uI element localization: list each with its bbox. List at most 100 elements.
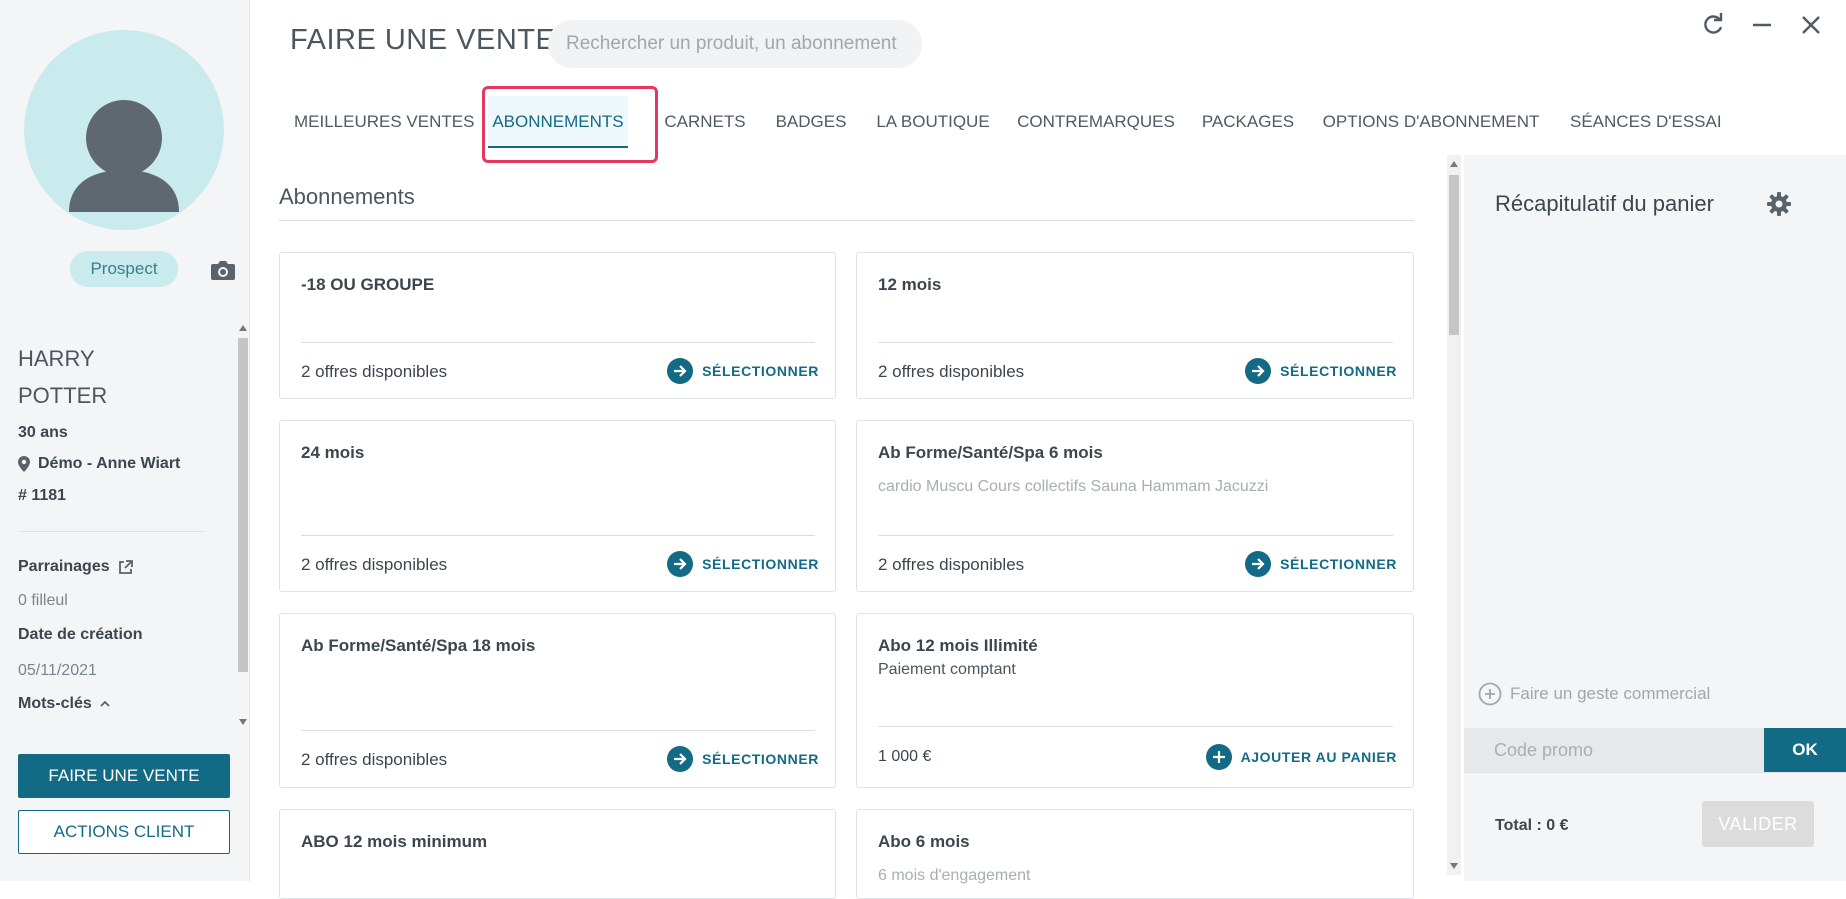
client-location: Démo - Anne Wiart	[18, 455, 180, 473]
card-divider	[301, 730, 815, 731]
client-first-name: HARRY	[18, 346, 95, 371]
section-divider	[279, 220, 1414, 221]
client-id: # 1181	[18, 487, 67, 504]
chevron-up-icon	[100, 700, 110, 707]
cart-panel: Récapitulatif du panier Faire un geste c…	[1464, 155, 1846, 881]
card-offers: 2 offres disponibles	[301, 750, 448, 769]
tab-badges[interactable]: BADGES	[775, 96, 847, 148]
select-label: SÉLECTIONNER	[702, 363, 819, 379]
cart-total: Total : 0 €	[1495, 817, 1569, 834]
scroll-up-arrow-icon[interactable]	[1450, 161, 1458, 167]
commercial-gesture-label: Faire un geste commercial	[1510, 684, 1711, 703]
card-description: 6 mois d'engagement	[878, 867, 1031, 884]
arrow-right-circle-icon	[667, 358, 694, 384]
page-title: FAIRE UNE VENTE	[290, 24, 556, 56]
close-icon[interactable]	[1798, 12, 1824, 38]
tab-abonnements[interactable]: ABONNEMENTS	[488, 96, 628, 148]
select-label: SÉLECTIONNER	[702, 751, 819, 767]
tab-contremarques[interactable]: CONTREMARQUES	[1017, 96, 1175, 148]
sell-button[interactable]: FAIRE UNE VENTE	[18, 754, 230, 798]
subscription-card[interactable]: Abo 12 mois Illimité Paiement comptant 1…	[856, 613, 1414, 788]
scroll-down-arrow-icon[interactable]	[1450, 863, 1458, 869]
select-label: SÉLECTIONNER	[1280, 363, 1397, 379]
commercial-gesture-button[interactable]: Faire un geste commercial	[1478, 682, 1710, 706]
scroll-down-arrow-icon[interactable]	[239, 719, 247, 725]
location-pin-icon	[18, 456, 30, 472]
promo-code-input[interactable]	[1464, 728, 1764, 772]
subscription-card[interactable]: Abo 6 mois 6 mois d'engagement	[856, 809, 1414, 899]
card-title: Ab Forme/Santé/Spa 18 mois	[301, 636, 536, 655]
card-divider	[878, 535, 1393, 536]
card-description: Paiement comptant	[878, 661, 1016, 678]
status-badge: Prospect	[70, 251, 178, 287]
client-panel: Prospect HARRY POTTER 30 ans Démo - Anne…	[0, 0, 250, 881]
subscription-card[interactable]: Ab Forme/Santé/Spa 18 mois 2 offres disp…	[279, 613, 836, 788]
subscription-card[interactable]: Ab Forme/Santé/Spa 6 mois cardio Muscu C…	[856, 420, 1414, 592]
creation-date-value: 05/11/2021	[18, 662, 97, 679]
cart-title: Récapitulatif du panier	[1495, 191, 1714, 216]
client-scrollbar[interactable]	[236, 320, 250, 730]
card-description: cardio Muscu Cours collectifs Sauna Hamm…	[878, 478, 1269, 495]
scrollbar-thumb[interactable]	[1449, 175, 1459, 335]
client-avatar[interactable]	[24, 30, 224, 230]
arrow-right-circle-icon	[667, 746, 694, 772]
select-label: SÉLECTIONNER	[702, 556, 819, 572]
card-title: 24 mois	[301, 443, 365, 462]
select-button[interactable]: SÉLECTIONNER	[667, 746, 819, 772]
arrow-right-circle-icon	[1245, 358, 1272, 384]
parrainages-label: Parrainages	[18, 558, 110, 575]
add-to-cart-button[interactable]: AJOUTER AU PANIER	[1205, 744, 1397, 770]
subscription-card[interactable]: 12 mois 2 offres disponibles SÉLECTIONNE…	[856, 252, 1414, 399]
plus-circle-icon	[1205, 744, 1232, 770]
tab-meilleures-ventes[interactable]: MEILLEURES VENTES	[294, 96, 474, 148]
tab-carnets[interactable]: CARNETS	[664, 96, 746, 148]
select-button[interactable]: SÉLECTIONNER	[1245, 551, 1397, 577]
validate-button[interactable]: VALIDER	[1702, 801, 1814, 847]
client-actions-button[interactable]: ACTIONS CLIENT	[18, 810, 230, 854]
card-divider	[301, 342, 815, 343]
product-search-input[interactable]	[548, 20, 922, 68]
card-divider	[301, 535, 815, 536]
client-location-text: Démo - Anne Wiart	[38, 455, 181, 472]
tab-options-abonnement[interactable]: OPTIONS D'ABONNEMENT	[1321, 96, 1541, 148]
select-label: SÉLECTIONNER	[1280, 556, 1397, 572]
arrow-right-circle-icon	[667, 551, 694, 577]
subscription-card[interactable]: -18 OU GROUPE 2 offres disponibles SÉLEC…	[279, 252, 836, 399]
camera-icon[interactable]	[210, 259, 236, 281]
card-offers: 2 offres disponibles	[301, 362, 448, 381]
subscription-card[interactable]: ABO 12 mois minimum	[279, 809, 836, 899]
scroll-up-arrow-icon[interactable]	[239, 325, 247, 331]
parrainages-link[interactable]: Parrainages	[18, 558, 133, 576]
tab-seances-essai[interactable]: SÉANCES D'ESSAI	[1570, 96, 1722, 148]
card-offers: 2 offres disponibles	[878, 555, 1025, 574]
card-divider	[878, 342, 1393, 343]
add-to-cart-label: AJOUTER AU PANIER	[1240, 749, 1397, 765]
cart-divider	[1464, 772, 1846, 773]
refresh-icon[interactable]	[1700, 12, 1726, 38]
external-link-icon	[118, 559, 133, 574]
arrow-right-circle-icon	[1245, 551, 1272, 577]
keywords-toggle[interactable]: Mots-clés	[18, 695, 111, 713]
gear-icon[interactable]	[1766, 191, 1792, 217]
select-button[interactable]: SÉLECTIONNER	[667, 551, 819, 577]
subscription-card[interactable]: 24 mois 2 offres disponibles SÉLECTIONNE…	[279, 420, 836, 592]
divider	[18, 531, 206, 532]
client-last-name: POTTER	[18, 383, 108, 408]
card-divider	[878, 726, 1393, 727]
card-title: Abo 12 mois Illimité	[878, 636, 1038, 655]
promo-ok-button[interactable]: OK	[1764, 728, 1846, 772]
tab-packages[interactable]: PACKAGES	[1201, 96, 1295, 148]
minimize-icon[interactable]	[1749, 12, 1775, 38]
card-title: Ab Forme/Santé/Spa 6 mois	[878, 443, 1103, 462]
main-scrollbar[interactable]	[1447, 155, 1461, 875]
card-title: ABO 12 mois minimum	[301, 832, 488, 851]
card-title: -18 OU GROUPE	[301, 275, 435, 294]
card-offers: 2 offres disponibles	[878, 362, 1025, 381]
select-button[interactable]: SÉLECTIONNER	[667, 358, 819, 384]
select-button[interactable]: SÉLECTIONNER	[1245, 358, 1397, 384]
scrollbar-thumb[interactable]	[238, 338, 248, 672]
tab-la-boutique[interactable]: LA BOUTIQUE	[874, 96, 992, 148]
keywords-label: Mots-clés	[18, 695, 92, 712]
creation-date-label: Date de création	[18, 626, 143, 643]
client-age: 30 ans	[18, 424, 68, 441]
